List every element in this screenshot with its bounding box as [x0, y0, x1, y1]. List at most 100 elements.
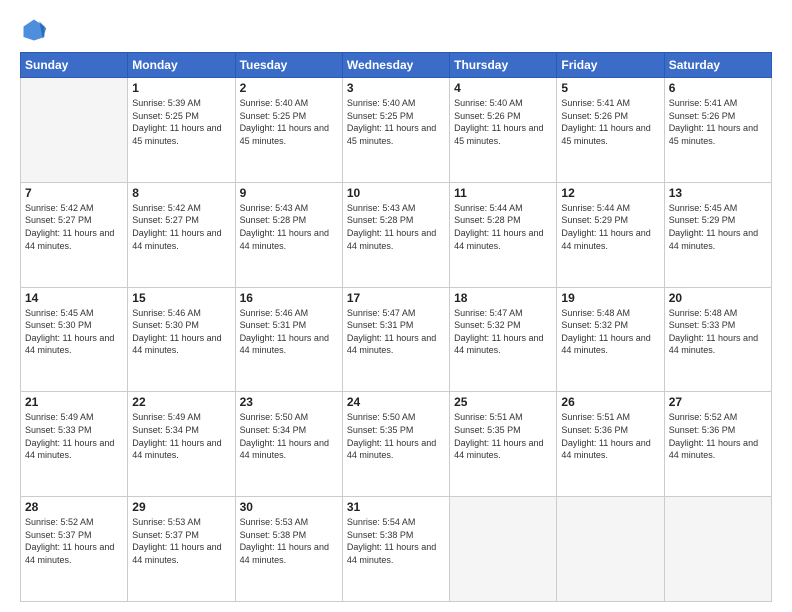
- calendar-table: SundayMondayTuesdayWednesdayThursdayFrid…: [20, 52, 772, 602]
- day-info: Sunrise: 5:45 AMSunset: 5:29 PMDaylight:…: [669, 202, 767, 252]
- day-number: 22: [132, 395, 230, 409]
- day-number: 20: [669, 291, 767, 305]
- day-number: 5: [561, 81, 659, 95]
- weekday-header: Thursday: [450, 53, 557, 78]
- day-number: 25: [454, 395, 552, 409]
- day-number: 3: [347, 81, 445, 95]
- day-info: Sunrise: 5:54 AMSunset: 5:38 PMDaylight:…: [347, 516, 445, 566]
- calendar-cell: 19 Sunrise: 5:48 AMSunset: 5:32 PMDayligh…: [557, 287, 664, 392]
- day-number: 17: [347, 291, 445, 305]
- calendar-cell: 5 Sunrise: 5:41 AMSunset: 5:26 PMDaylight…: [557, 78, 664, 183]
- day-info: Sunrise: 5:48 AMSunset: 5:32 PMDaylight:…: [561, 307, 659, 357]
- logo-icon: [20, 16, 48, 44]
- calendar-cell: 2 Sunrise: 5:40 AMSunset: 5:25 PMDaylight…: [235, 78, 342, 183]
- day-info: Sunrise: 5:40 AMSunset: 5:25 PMDaylight:…: [347, 97, 445, 147]
- calendar-cell: [557, 497, 664, 602]
- calendar-cell: 9 Sunrise: 5:43 AMSunset: 5:28 PMDaylight…: [235, 182, 342, 287]
- weekday-header: Friday: [557, 53, 664, 78]
- day-number: 10: [347, 186, 445, 200]
- calendar-cell: 16 Sunrise: 5:46 AMSunset: 5:31 PMDayligh…: [235, 287, 342, 392]
- day-info: Sunrise: 5:43 AMSunset: 5:28 PMDaylight:…: [240, 202, 338, 252]
- day-info: Sunrise: 5:48 AMSunset: 5:33 PMDaylight:…: [669, 307, 767, 357]
- calendar-cell: 12Sunrise: 5:44 AMSunset: 5:29 PMDayligh…: [557, 182, 664, 287]
- day-number: 27: [669, 395, 767, 409]
- day-number: 11: [454, 186, 552, 200]
- calendar-cell: 11 Sunrise: 5:44 AMSunset: 5:28 PMDayligh…: [450, 182, 557, 287]
- day-number: 19: [561, 291, 659, 305]
- day-info: Sunrise: 5:39 AMSunset: 5:25 PMDaylight:…: [132, 97, 230, 147]
- day-info: Sunrise: 5:50 AMSunset: 5:35 PMDaylight:…: [347, 411, 445, 461]
- day-info: Sunrise: 5:44 AMSunset: 5:29 PMDaylight:…: [561, 202, 659, 252]
- day-info: Sunrise: 5:45 AMSunset: 5:30 PMDaylight:…: [25, 307, 123, 357]
- day-info: Sunrise: 5:42 AMSunset: 5:27 PMDaylight:…: [132, 202, 230, 252]
- day-number: 1: [132, 81, 230, 95]
- weekday-header: Sunday: [21, 53, 128, 78]
- day-info: Sunrise: 5:40 AMSunset: 5:25 PMDaylight:…: [240, 97, 338, 147]
- calendar-cell: 6 Sunrise: 5:41 AMSunset: 5:26 PMDaylight…: [664, 78, 771, 183]
- day-number: 21: [25, 395, 123, 409]
- weekday-header: Saturday: [664, 53, 771, 78]
- calendar-cell: 20 Sunrise: 5:48 AMSunset: 5:33 PMDayligh…: [664, 287, 771, 392]
- day-number: 7: [25, 186, 123, 200]
- calendar-cell: 14 Sunrise: 5:45 AMSunset: 5:30 PMDayligh…: [21, 287, 128, 392]
- day-number: 9: [240, 186, 338, 200]
- calendar-cell: 17 Sunrise: 5:47 AMSunset: 5:31 PMDayligh…: [342, 287, 449, 392]
- day-number: 28: [25, 500, 123, 514]
- day-info: Sunrise: 5:46 AMSunset: 5:30 PMDaylight:…: [132, 307, 230, 357]
- day-number: 13: [669, 186, 767, 200]
- calendar-cell: 28 Sunrise: 5:52 AMSunset: 5:37 PMDayligh…: [21, 497, 128, 602]
- day-info: Sunrise: 5:41 AMSunset: 5:26 PMDaylight:…: [669, 97, 767, 147]
- day-info: Sunrise: 5:41 AMSunset: 5:26 PMDaylight:…: [561, 97, 659, 147]
- calendar-cell: [450, 497, 557, 602]
- header: [20, 16, 772, 44]
- day-info: Sunrise: 5:49 AMSunset: 5:34 PMDaylight:…: [132, 411, 230, 461]
- day-info: Sunrise: 5:51 AMSunset: 5:35 PMDaylight:…: [454, 411, 552, 461]
- calendar-cell: 30 Sunrise: 5:53 AMSunset: 5:38 PMDayligh…: [235, 497, 342, 602]
- logo: [20, 16, 52, 44]
- day-number: 6: [669, 81, 767, 95]
- day-info: Sunrise: 5:47 AMSunset: 5:31 PMDaylight:…: [347, 307, 445, 357]
- day-info: Sunrise: 5:52 AMSunset: 5:36 PMDaylight:…: [669, 411, 767, 461]
- calendar-cell: 27 Sunrise: 5:52 AMSunset: 5:36 PMDayligh…: [664, 392, 771, 497]
- calendar-cell: [21, 78, 128, 183]
- day-info: Sunrise: 5:44 AMSunset: 5:28 PMDaylight:…: [454, 202, 552, 252]
- day-number: 31: [347, 500, 445, 514]
- calendar-cell: 21 Sunrise: 5:49 AMSunset: 5:33 PMDayligh…: [21, 392, 128, 497]
- day-info: Sunrise: 5:47 AMSunset: 5:32 PMDaylight:…: [454, 307, 552, 357]
- calendar-cell: 8Sunrise: 5:42 AMSunset: 5:27 PMDaylight…: [128, 182, 235, 287]
- day-info: Sunrise: 5:50 AMSunset: 5:34 PMDaylight:…: [240, 411, 338, 461]
- calendar-cell: 24Sunrise: 5:50 AMSunset: 5:35 PMDayligh…: [342, 392, 449, 497]
- weekday-header: Tuesday: [235, 53, 342, 78]
- calendar-cell: 10 Sunrise: 5:43 AMSunset: 5:28 PMDayligh…: [342, 182, 449, 287]
- day-number: 4: [454, 81, 552, 95]
- day-number: 15: [132, 291, 230, 305]
- calendar-cell: 15 Sunrise: 5:46 AMSunset: 5:30 PMDayligh…: [128, 287, 235, 392]
- calendar-cell: [664, 497, 771, 602]
- day-number: 14: [25, 291, 123, 305]
- calendar-cell: 22 Sunrise: 5:49 AMSunset: 5:34 PMDayligh…: [128, 392, 235, 497]
- day-info: Sunrise: 5:51 AMSunset: 5:36 PMDaylight:…: [561, 411, 659, 461]
- calendar-cell: 26 Sunrise: 5:51 AMSunset: 5:36 PMDayligh…: [557, 392, 664, 497]
- day-info: Sunrise: 5:53 AMSunset: 5:37 PMDaylight:…: [132, 516, 230, 566]
- day-info: Sunrise: 5:49 AMSunset: 5:33 PMDaylight:…: [25, 411, 123, 461]
- page: SundayMondayTuesdayWednesdayThursdayFrid…: [0, 0, 792, 612]
- day-info: Sunrise: 5:53 AMSunset: 5:38 PMDaylight:…: [240, 516, 338, 566]
- weekday-header: Wednesday: [342, 53, 449, 78]
- day-number: 16: [240, 291, 338, 305]
- calendar-cell: 23Sunrise: 5:50 AMSunset: 5:34 PMDayligh…: [235, 392, 342, 497]
- day-info: Sunrise: 5:43 AMSunset: 5:28 PMDaylight:…: [347, 202, 445, 252]
- weekday-header: Monday: [128, 53, 235, 78]
- day-info: Sunrise: 5:42 AMSunset: 5:27 PMDaylight:…: [25, 202, 123, 252]
- calendar-cell: 3 Sunrise: 5:40 AMSunset: 5:25 PMDaylight…: [342, 78, 449, 183]
- calendar-cell: 1 Sunrise: 5:39 AMSunset: 5:25 PMDaylight…: [128, 78, 235, 183]
- day-number: 2: [240, 81, 338, 95]
- day-number: 30: [240, 500, 338, 514]
- day-number: 26: [561, 395, 659, 409]
- day-info: Sunrise: 5:52 AMSunset: 5:37 PMDaylight:…: [25, 516, 123, 566]
- calendar-cell: 31 Sunrise: 5:54 AMSunset: 5:38 PMDayligh…: [342, 497, 449, 602]
- calendar-cell: 4Sunrise: 5:40 AMSunset: 5:26 PMDaylight…: [450, 78, 557, 183]
- day-number: 29: [132, 500, 230, 514]
- calendar-cell: 13 Sunrise: 5:45 AMSunset: 5:29 PMDayligh…: [664, 182, 771, 287]
- day-number: 18: [454, 291, 552, 305]
- day-info: Sunrise: 5:46 AMSunset: 5:31 PMDaylight:…: [240, 307, 338, 357]
